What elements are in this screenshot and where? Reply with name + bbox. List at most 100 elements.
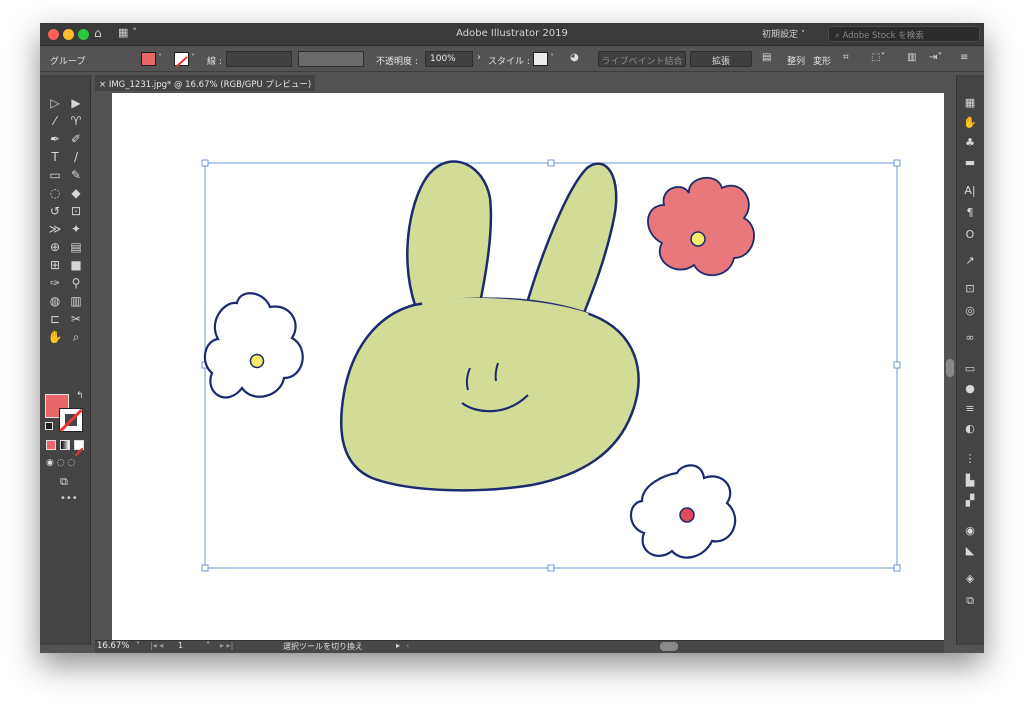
align-objects-icon[interactable]: ▙ bbox=[962, 473, 978, 489]
adobe-stock-search[interactable]: ⌕ Adobe Stock を検索 bbox=[828, 26, 980, 42]
eraser-tool[interactable]: ◆ bbox=[67, 185, 85, 201]
perspective-grid-tool[interactable]: ▤ bbox=[67, 239, 85, 255]
align-menu[interactable]: 整列 bbox=[787, 54, 805, 67]
shape-builder-tool[interactable]: ⊕ bbox=[46, 239, 64, 255]
recolor-artwork-icon[interactable]: ◕ bbox=[570, 52, 579, 63]
recolor-icon[interactable]: ◉ bbox=[962, 523, 978, 539]
fill-swatch[interactable] bbox=[141, 52, 156, 66]
document-setup-icon[interactable]: ▤ bbox=[762, 52, 771, 63]
align-icon[interactable]: ⋮ bbox=[962, 451, 978, 467]
rabbit-face[interactable] bbox=[339, 160, 640, 492]
gradient-icon[interactable]: ▭ bbox=[962, 361, 978, 377]
lasso-tool[interactable]: ♈ bbox=[67, 113, 85, 129]
artwork-svg[interactable] bbox=[112, 93, 950, 640]
selection-tool[interactable]: ▷ bbox=[46, 95, 64, 111]
first-artboard-icon[interactable]: |◂ ◂ bbox=[150, 641, 163, 650]
red-flower[interactable] bbox=[647, 176, 755, 277]
color-mode-icon[interactable] bbox=[46, 440, 56, 450]
transform-menu[interactable]: 変形 bbox=[813, 54, 831, 67]
horizontal-scroll-thumb[interactable] bbox=[660, 642, 678, 651]
zoom-tool[interactable]: ⌕ bbox=[67, 329, 85, 345]
symbol-sprayer-tool[interactable]: ◍ bbox=[46, 293, 64, 309]
direct-selection-tool[interactable]: ▶ bbox=[67, 95, 85, 111]
opacity-expand-icon[interactable]: › bbox=[477, 52, 481, 63]
blend-tool[interactable]: ⚲ bbox=[67, 275, 85, 291]
puppet-warp-tool[interactable]: ✦ bbox=[67, 221, 85, 237]
workspace-switcher[interactable]: 初期設定 ˅ bbox=[762, 27, 805, 40]
pathfinder-options-icon[interactable]: ⬚˅ bbox=[871, 52, 885, 63]
zoom-level[interactable]: 16.67% bbox=[97, 641, 129, 651]
panel-menu-icon[interactable]: ≡ bbox=[960, 52, 968, 63]
mesh-tool[interactable]: ⊞ bbox=[46, 257, 64, 273]
edit-toolbar-icon[interactable]: ••• bbox=[60, 493, 78, 504]
character-icon[interactable]: A| bbox=[962, 183, 978, 199]
white-flower-bottom[interactable] bbox=[629, 464, 737, 559]
align-options-icon[interactable]: ⇥˅ bbox=[929, 52, 942, 63]
status-menu-icon[interactable]: ▸ bbox=[396, 641, 400, 650]
gradient-tool[interactable]: ■ bbox=[67, 257, 85, 273]
live-paint-button[interactable]: ライブペイント結合 bbox=[598, 51, 686, 67]
symbols-icon[interactable]: ♣ bbox=[962, 135, 978, 151]
column-graph-tool[interactable]: ▥ bbox=[67, 293, 85, 309]
eyedropper-tool[interactable]: ✑ bbox=[46, 275, 64, 291]
line-tool[interactable]: / bbox=[67, 149, 85, 165]
tab-close-icon[interactable]: × bbox=[99, 80, 106, 90]
scale-tool[interactable]: ⊡ bbox=[67, 203, 85, 219]
color-icon[interactable]: ● bbox=[962, 381, 978, 397]
stroke-swatch[interactable] bbox=[174, 52, 189, 68]
artboard-canvas[interactable] bbox=[112, 93, 950, 640]
brush-icon[interactable]: ◣ bbox=[962, 543, 978, 559]
magic-wand-tool[interactable]: ⁄ bbox=[46, 113, 64, 129]
libraries-icon[interactable]: ▦ bbox=[962, 95, 978, 111]
layers-icon[interactable]: ◈ bbox=[962, 571, 978, 587]
links-icon[interactable]: ∞ bbox=[962, 330, 978, 346]
pathfinder-icon[interactable]: ▞ bbox=[962, 493, 978, 509]
artboards-icon[interactable]: ⧉ bbox=[962, 593, 978, 609]
paintbrush-tool[interactable]: ✎ bbox=[67, 167, 85, 183]
white-flower-left[interactable] bbox=[203, 292, 304, 399]
variable-width-profile[interactable] bbox=[298, 51, 364, 67]
stroke-icon[interactable]: ≡ bbox=[962, 401, 978, 417]
properties-icon[interactable]: ✋ bbox=[962, 115, 978, 131]
screen-mode-icon[interactable]: ⧉ bbox=[60, 475, 68, 489]
rectangle-tool[interactable]: ▭ bbox=[46, 167, 64, 183]
paragraph-icon[interactable]: ¶ bbox=[962, 205, 978, 221]
shaper-tool[interactable]: ◌ bbox=[46, 185, 64, 201]
distribute-icon[interactable]: ▥ bbox=[907, 52, 916, 63]
asset-export-icon[interactable]: ⊡ bbox=[962, 281, 978, 297]
width-tool[interactable]: ≫ bbox=[46, 221, 64, 237]
layers-doc-icon[interactable]: ▬ bbox=[962, 155, 978, 171]
pen-tool[interactable]: ✒ bbox=[46, 131, 64, 147]
isolate-group-icon[interactable]: ⌗ bbox=[843, 52, 849, 63]
type-tool[interactable]: T bbox=[46, 149, 64, 165]
swap-fill-stroke-icon[interactable]: ↰ bbox=[76, 391, 84, 401]
vertical-scroll-thumb[interactable] bbox=[946, 359, 954, 377]
artboard-tool[interactable]: ⊏ bbox=[46, 311, 64, 327]
opentype-icon[interactable]: O bbox=[962, 227, 978, 243]
fill-dropdown-icon[interactable]: ˅ bbox=[158, 53, 162, 62]
next-artboard-icon[interactable]: ▸ ▸| bbox=[220, 641, 233, 650]
curvature-tool[interactable]: ✐ bbox=[67, 131, 85, 147]
style-dropdown-icon[interactable]: ˅ bbox=[550, 53, 554, 62]
stroke-color-swatch[interactable] bbox=[59, 408, 83, 432]
expand-button[interactable]: 拡張 bbox=[690, 51, 752, 67]
artboard-dropdown-icon[interactable]: ˅ bbox=[206, 641, 210, 650]
export-icon[interactable]: ↗ bbox=[962, 253, 978, 269]
appearance-icon[interactable]: ◎ bbox=[962, 303, 978, 319]
rotate-tool[interactable]: ↺ bbox=[46, 203, 64, 219]
graphic-style-swatch[interactable] bbox=[533, 52, 548, 66]
zoom-dropdown-icon[interactable]: ˅ bbox=[136, 641, 140, 650]
gradient-mode-icon[interactable] bbox=[60, 440, 70, 450]
scroll-left-icon[interactable]: ‹ bbox=[406, 641, 409, 650]
stroke-weight-field[interactable] bbox=[226, 51, 292, 67]
none-mode-icon[interactable] bbox=[74, 440, 84, 457]
transparency-icon[interactable]: ◐ bbox=[962, 421, 978, 437]
slice-tool[interactable]: ✂ bbox=[67, 311, 85, 327]
artboard-number[interactable]: 1 bbox=[178, 641, 183, 650]
opacity-field[interactable]: 100% bbox=[425, 51, 473, 67]
document-tab[interactable]: × IMG_1231.jpg* @ 16.67% (RGB/GPU プレビュー) bbox=[95, 75, 315, 91]
stroke-dropdown-icon[interactable]: ˅ bbox=[191, 53, 195, 62]
draw-mode-icon[interactable]: ◉ ◌ ◌ bbox=[46, 458, 75, 468]
hand-tool[interactable]: ✋ bbox=[46, 329, 64, 345]
default-fill-stroke-icon[interactable] bbox=[45, 422, 53, 430]
